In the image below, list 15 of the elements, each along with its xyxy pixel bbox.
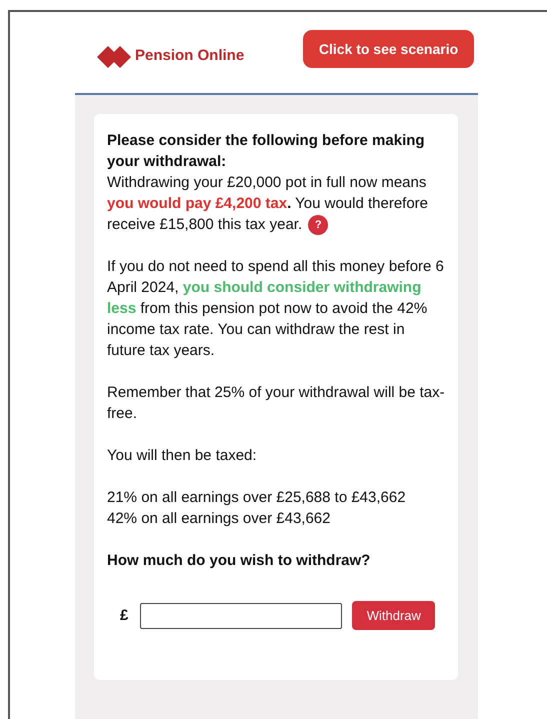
notice-paragraph: Withdrawing your £20,000 pot in full now means you would pay £4,200 tax. You would therefore receive £15,800 this tax year. ? [107,172,445,236]
withdraw-question: How much do you wish to withdraw? [107,551,372,572]
notice-paragraph: Remember that 25% of your withdrawal will be tax-free. [107,383,445,424]
amount-field[interactable] [140,602,342,629]
notice-heading: Please consider the following before making your withdrawal: [107,131,426,172]
brand-name: Pension Online [135,46,244,66]
notice-paragraph: If you do not need to spend all this money before 6 April 2024, you should consider withdrawing less from this pension pot now to avoid the 42% income tax rate. You can withdraw the rest in future tax years. [107,257,445,362]
notice-paragraph: You will then be taxed: [107,446,258,466]
logo-icon [97,46,131,68]
currency-label: £ [120,606,128,626]
scenario-button[interactable]: Click to see scenario [303,30,474,68]
tax-band-text: 21% on all earnings over £25,688 to £43,662 [107,488,407,508]
withdraw-button[interactable]: Withdraw [352,601,436,630]
help-button[interactable]: ? [308,215,328,236]
tax-band-text: 42% on all earnings over £43,662 [107,509,332,530]
